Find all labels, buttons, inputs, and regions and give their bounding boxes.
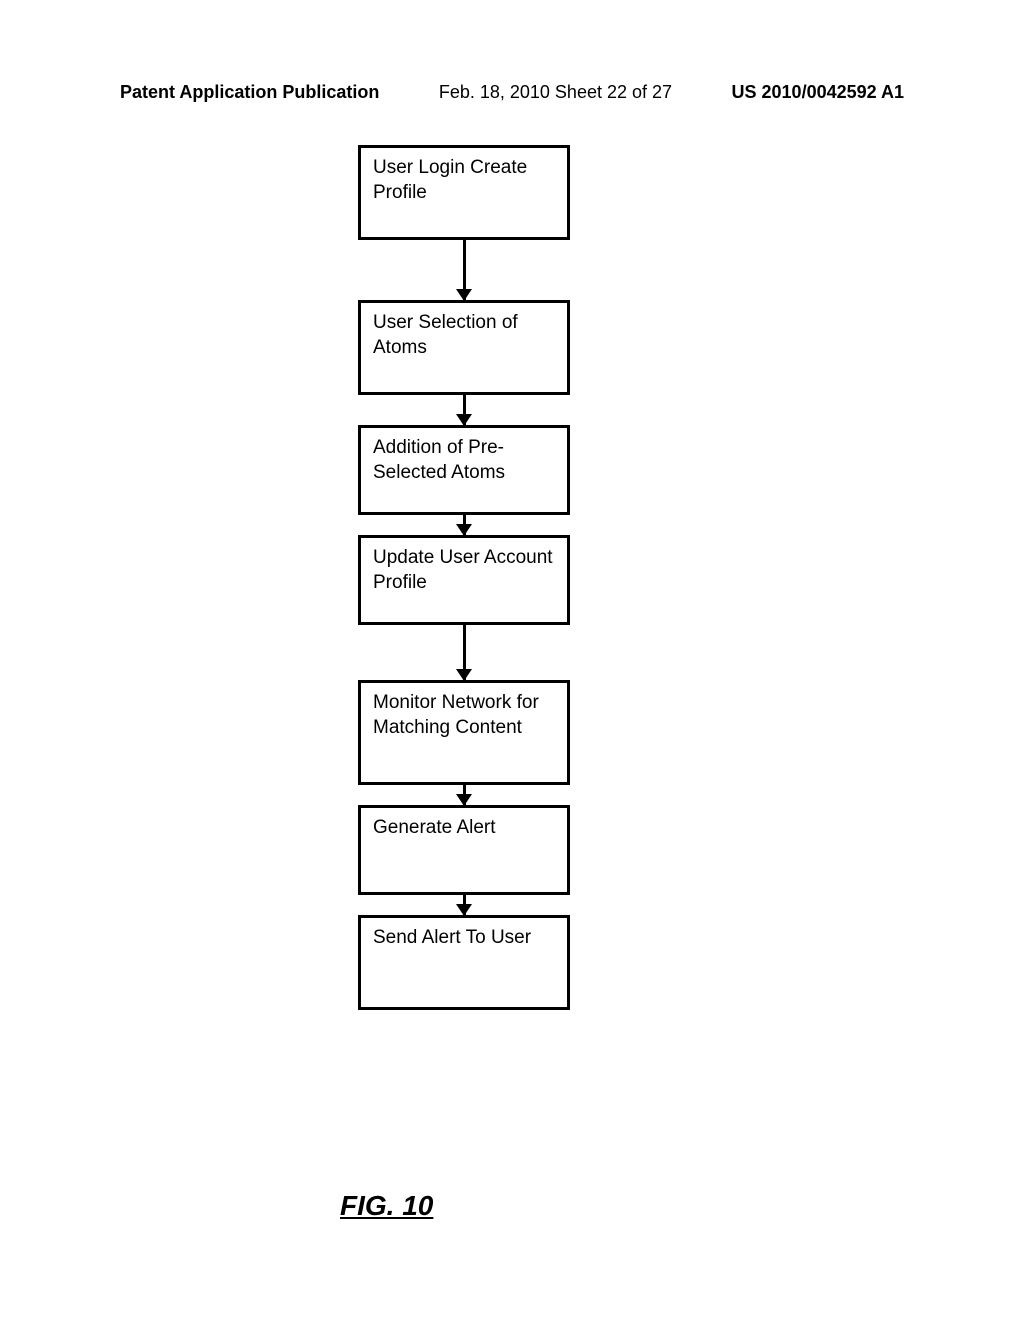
header-date-sheet: Feb. 18, 2010 Sheet 22 of 27 [439,82,672,103]
flow-box-1: User Login Create Profile [358,145,570,240]
header-publication-type: Patent Application Publication [120,82,379,103]
flow-connector [358,785,570,805]
flow-connector [358,240,570,300]
flow-box-label: User Selection of Atoms [373,312,518,358]
flow-box-3: Addition of Pre-Selected Atoms [358,425,570,515]
arrow-down-icon [463,785,466,805]
flow-connector [358,895,570,915]
arrow-down-icon [463,625,466,680]
flow-connector [358,515,570,535]
header-publication-number: US 2010/0042592 A1 [732,82,904,103]
arrow-down-icon [463,240,466,300]
page-header: Patent Application Publication Feb. 18, … [0,82,1024,103]
flow-box-2: User Selection of Atoms [358,300,570,395]
flow-box-label: User Login Create Profile [373,157,527,203]
flowchart: User Login Create Profile User Selection… [358,145,573,1010]
flow-box-4: Update User Account Profile [358,535,570,625]
flow-connector [358,625,570,680]
arrow-down-icon [463,395,466,425]
flow-box-label: Monitor Network for Matching Content [373,692,539,738]
flow-box-label: Generate Alert [373,817,496,838]
flow-box-label: Update User Account Profile [373,547,553,593]
flow-box-7: Send Alert To User [358,915,570,1010]
figure-label: FIG. 10 [340,1190,433,1222]
flow-box-6: Generate Alert [358,805,570,895]
arrow-down-icon [463,515,466,535]
flow-box-label: Addition of Pre-Selected Atoms [373,437,505,483]
flow-connector [358,395,570,425]
flow-box-5: Monitor Network for Matching Content [358,680,570,785]
arrow-down-icon [463,895,466,915]
flow-box-label: Send Alert To User [373,927,531,948]
